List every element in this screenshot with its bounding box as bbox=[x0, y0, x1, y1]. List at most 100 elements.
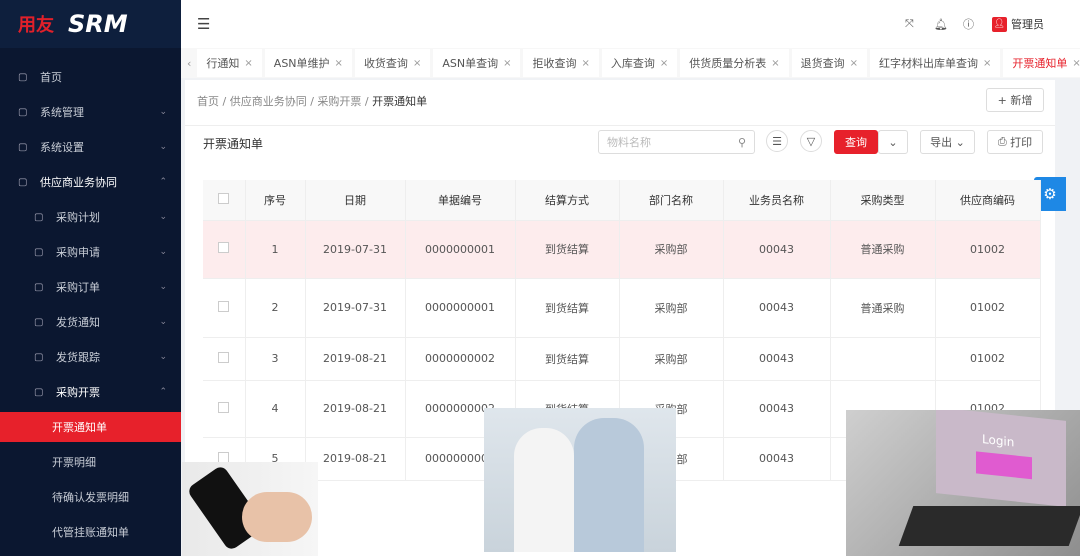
table-cell: 00043 bbox=[723, 380, 831, 438]
user-name[interactable]: 管理员 bbox=[1011, 16, 1044, 32]
person-woman-image bbox=[514, 428, 574, 552]
table-cell: 0000000002 bbox=[405, 337, 516, 381]
close-icon[interactable]: × bbox=[660, 58, 668, 69]
table-row[interactable]: 1 2019-07-31 0000000001 到货结算 采购部 00043 普通采购 010… bbox=[203, 220, 1041, 279]
sidebar-item[interactable]: ▢ 供应商业务协同 ⌃ bbox=[0, 167, 181, 197]
close-icon[interactable]: × bbox=[1072, 58, 1080, 69]
page-title: 开票通知单 bbox=[203, 137, 264, 151]
tab[interactable]: 行通知 × bbox=[197, 49, 262, 77]
chevron-icon: ⌄ bbox=[159, 247, 167, 257]
column-header: 序号 bbox=[245, 180, 306, 221]
query-button[interactable]: 查询 bbox=[834, 130, 878, 154]
sidebar-item[interactable]: ▢ 发货跟踪 ⌄ bbox=[0, 342, 181, 372]
close-icon[interactable]: × bbox=[850, 58, 858, 69]
monitor-icon: ▢ bbox=[18, 106, 28, 118]
column-header: 单据编号 bbox=[405, 180, 516, 221]
sidebar-item[interactable]: 开票通知单 bbox=[0, 412, 181, 442]
logo-product: SRM bbox=[68, 10, 128, 38]
sidebar-item[interactable]: ▢ 发货通知 ⌄ bbox=[0, 307, 181, 337]
sidebar-item[interactable]: 待确认发票明细 bbox=[0, 482, 181, 512]
chevron-icon: ⌄ bbox=[159, 317, 167, 327]
close-icon[interactable]: × bbox=[244, 58, 252, 69]
table-cell: 4 bbox=[245, 380, 306, 438]
tab[interactable]: 开票通知单 × bbox=[1003, 49, 1080, 77]
column-header: 业务员名称 bbox=[723, 180, 831, 221]
tab[interactable]: ASN单查询 × bbox=[433, 49, 521, 77]
bell-icon: ▢ bbox=[34, 316, 44, 328]
tab-label: 红字材料出库单查询 bbox=[879, 57, 979, 70]
close-icon[interactable]: × bbox=[503, 58, 511, 69]
sidebar-item[interactable]: 代管挂账通知单 bbox=[0, 517, 181, 547]
sidebar: 用友 SRM ▢ 首页 ▢ 系统管理 ⌄ ▢ 系统设置 ⌄ ▢ 供应商业务协同 ⌃ ▢ 采购计划 ⌄ ▢ 采购… bbox=[0, 0, 181, 556]
table-cell: 普通采购 bbox=[830, 278, 936, 338]
sidebar-item[interactable]: ▢ 系统管理 ⌄ bbox=[0, 97, 181, 127]
row-checkbox[interactable] bbox=[203, 380, 246, 438]
sidebar-item[interactable]: ▢ 系统设置 ⌄ bbox=[0, 132, 181, 162]
chevron-icon: ⌄ bbox=[159, 352, 167, 362]
sidebar-item-label: 采购申请 bbox=[56, 246, 100, 259]
sidebar-item-label: 发货跟踪 bbox=[56, 351, 100, 364]
new-button[interactable]: + 新增 bbox=[986, 88, 1044, 112]
tab[interactable]: 退货查询 × bbox=[791, 49, 868, 77]
select-all-checkbox[interactable] bbox=[203, 180, 246, 221]
sidebar-item-label: 采购订单 bbox=[56, 281, 100, 294]
building-icon: ▢ bbox=[18, 176, 28, 188]
sidebar-item[interactable]: 开票明细 bbox=[0, 447, 181, 477]
laptop-screen: Login bbox=[936, 410, 1066, 507]
tab[interactable]: 收货查询 × bbox=[354, 49, 431, 77]
logo-brand: 用友 bbox=[18, 15, 54, 36]
table-cell: 采购部 bbox=[619, 220, 724, 279]
export-button[interactable]: 导出 ⌄ bbox=[920, 130, 975, 154]
close-icon[interactable]: × bbox=[413, 58, 421, 69]
tab[interactable]: 供货质量分析表 × bbox=[680, 49, 789, 77]
tab-label: 开票通知单 bbox=[1012, 57, 1068, 70]
tab[interactable]: 入库查询 × bbox=[601, 49, 678, 77]
avatar[interactable]: 👤︎ bbox=[992, 16, 1007, 32]
breadcrumb-item[interactable]: 采购开票 bbox=[317, 95, 361, 108]
table-cell: 普通采购 bbox=[830, 220, 936, 279]
tab-scroll-left-icon[interactable]: ‹ bbox=[181, 57, 197, 70]
row-checkbox[interactable] bbox=[203, 220, 246, 279]
table-cell: 00043 bbox=[723, 337, 831, 381]
query-dropdown-icon[interactable]: ⌄ bbox=[878, 130, 908, 154]
table-cell: 2019-08-21 bbox=[305, 337, 406, 381]
close-icon[interactable]: × bbox=[771, 58, 779, 69]
tab[interactable]: 拒收查询 × bbox=[523, 49, 599, 77]
breadcrumb-item[interactable]: 首页 bbox=[197, 95, 219, 108]
tab[interactable]: ASN单维护 × bbox=[264, 49, 352, 77]
column-settings-icon[interactable]: ☰ bbox=[766, 130, 788, 152]
filter-icon[interactable]: ▽ bbox=[800, 130, 822, 152]
table-cell: 3 bbox=[245, 337, 306, 381]
tab[interactable]: 红字材料出库单查询 × bbox=[870, 49, 1001, 77]
sidebar-item[interactable]: ▢ 采购开票 ⌃ bbox=[0, 377, 181, 407]
breadcrumb-item[interactable]: 供应商业务协同 bbox=[230, 95, 307, 108]
sidebar-item[interactable]: ▢ 采购订单 ⌄ bbox=[0, 272, 181, 302]
print-button[interactable]: ⎙ 打印 bbox=[987, 130, 1043, 154]
fullscreen-icon[interactable]: ⤧ bbox=[905, 17, 914, 31]
search-input[interactable]: 物料名称 ⚲ bbox=[598, 130, 755, 154]
close-icon[interactable]: × bbox=[335, 58, 343, 69]
table-row[interactable]: 2 2019-07-31 0000000001 到货结算 采购部 00043 普通采购 010… bbox=[203, 278, 1041, 338]
sidebar-item[interactable]: ▢ 采购申请 ⌄ bbox=[0, 237, 181, 267]
close-icon[interactable]: × bbox=[581, 58, 589, 69]
close-icon[interactable]: × bbox=[983, 58, 991, 69]
chevron-icon: ⌄ bbox=[159, 282, 167, 292]
row-checkbox[interactable] bbox=[203, 278, 246, 338]
form-icon: ▢ bbox=[34, 246, 44, 258]
table-cell: 01002 bbox=[935, 337, 1041, 381]
menu-collapse-icon[interactable]: ☰ bbox=[197, 15, 210, 33]
print-icon: ⎙ bbox=[997, 135, 1011, 148]
bell-icon[interactable]: 🔔︎ bbox=[934, 18, 948, 31]
sidebar-item[interactable]: ▢ 首页 bbox=[0, 62, 181, 92]
tab-label: 收货查询 bbox=[363, 57, 408, 70]
chevron-icon: ⌃ bbox=[159, 387, 167, 397]
table-cell: 2019-07-31 bbox=[305, 278, 406, 338]
login-text: Login bbox=[982, 432, 1015, 450]
help-icon[interactable]: ⓘ bbox=[963, 16, 974, 32]
sidebar-item-label: 发货通知 bbox=[56, 316, 100, 329]
sidebar-item[interactable]: ▢ 采购计划 ⌄ bbox=[0, 202, 181, 232]
chevron-icon: ⌄ bbox=[159, 107, 167, 117]
row-checkbox[interactable] bbox=[203, 337, 246, 381]
table-row[interactable]: 3 2019-08-21 0000000002 到货结算 采购部 00043 01002 bbox=[203, 337, 1041, 381]
table-cell: 0000000001 bbox=[405, 278, 516, 338]
